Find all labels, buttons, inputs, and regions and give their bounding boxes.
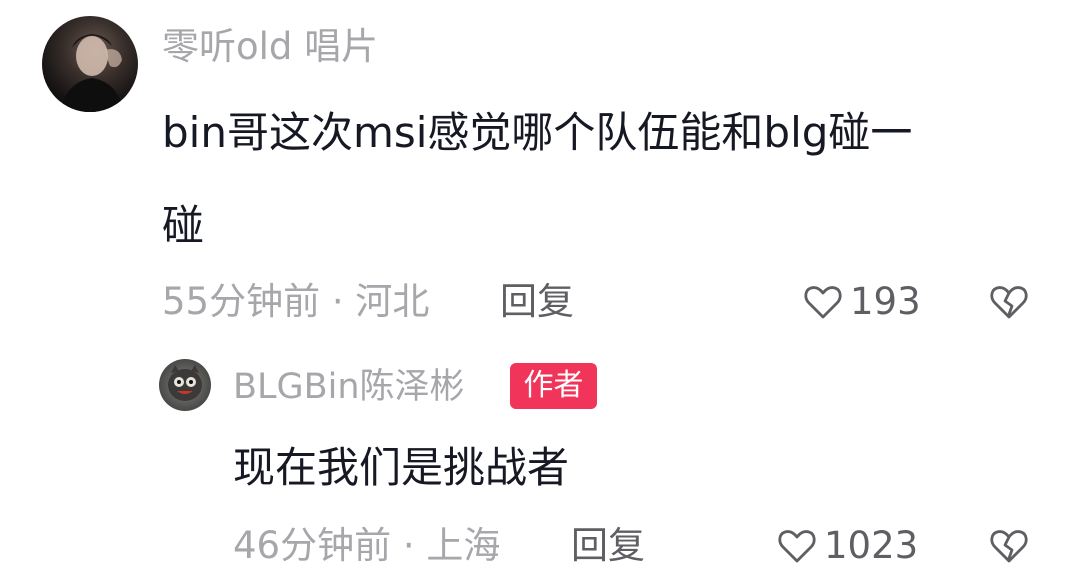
reply-username[interactable]: BLGBin陈泽彬 xyxy=(233,365,465,409)
avatar-image xyxy=(60,34,124,112)
comment-text-line-1: bin哥这次msi感觉哪个队伍能和blg碰一 xyxy=(162,108,913,157)
like-button[interactable]: 193 xyxy=(802,278,921,326)
comment-text-line-2: 碰 xyxy=(162,201,205,250)
like-button[interactable]: 1023 xyxy=(776,522,918,570)
user-avatar[interactable] xyxy=(42,16,138,112)
avatar-image xyxy=(168,365,202,401)
reply-button[interactable]: 回复 xyxy=(571,523,645,569)
broken-heart-icon xyxy=(990,530,1028,563)
author-avatar[interactable] xyxy=(159,359,211,411)
comment-meta: 55分钟前 · 河北 xyxy=(162,280,430,323)
reply-meta: 46分钟前 · 上海 xyxy=(233,524,501,567)
dislike-button[interactable] xyxy=(988,525,1030,567)
comment-username[interactable]: 零听old 唱片 xyxy=(162,24,378,70)
heart-outline-icon xyxy=(778,530,816,563)
reply-button[interactable]: 回复 xyxy=(500,279,574,325)
like-count: 193 xyxy=(850,280,921,323)
like-count: 1023 xyxy=(824,524,919,567)
dislike-button[interactable] xyxy=(988,281,1030,323)
broken-heart-icon xyxy=(990,286,1028,319)
heart-outline-icon xyxy=(804,286,842,319)
reply-text: 现在我们是挑战者 xyxy=(233,443,570,492)
author-badge: 作者 xyxy=(510,363,597,409)
